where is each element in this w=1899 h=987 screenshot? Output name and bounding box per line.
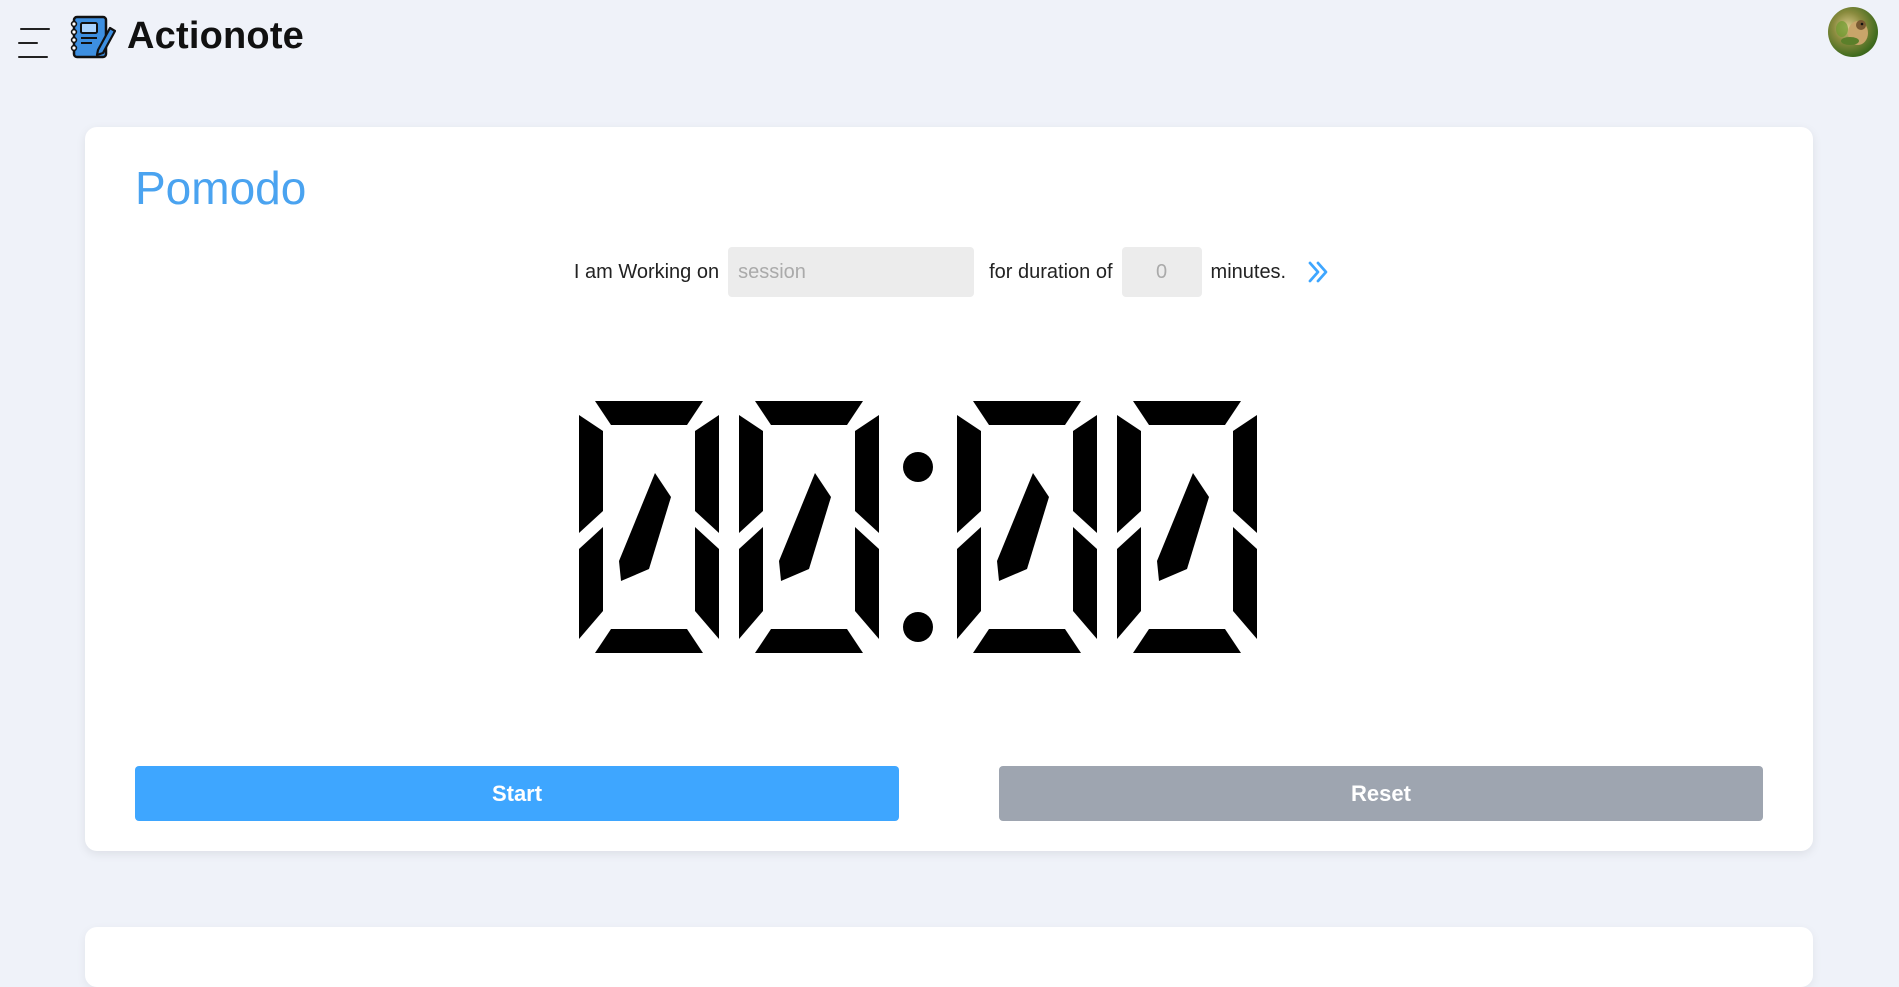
timer-display: 00 00 xyxy=(85,397,1813,657)
duration-input[interactable] xyxy=(1121,247,1202,297)
double-chevron-right-icon[interactable] xyxy=(1303,257,1333,287)
timer-digits xyxy=(579,401,1257,653)
task-form: I am Working on for duration of minutes. xyxy=(85,247,1813,297)
digit-segment xyxy=(779,473,831,581)
start-button[interactable]: Start xyxy=(135,766,899,821)
timer-digit xyxy=(739,401,879,653)
secondary-card xyxy=(85,927,1813,987)
digit-segment xyxy=(755,401,863,425)
digit-segment xyxy=(695,415,719,533)
digit-segment xyxy=(1133,401,1241,425)
timer-digit xyxy=(957,401,1097,653)
colon-dot-bottom xyxy=(903,612,933,642)
digit-segment xyxy=(973,629,1081,653)
digit-segment xyxy=(619,473,671,581)
digit-segment xyxy=(957,527,981,639)
avatar[interactable] xyxy=(1828,7,1878,57)
digit-segment xyxy=(695,527,719,639)
timer-digit xyxy=(1117,401,1257,653)
digit-segment xyxy=(595,629,703,653)
digit-segment xyxy=(755,629,863,653)
menu-icon[interactable] xyxy=(18,26,50,60)
digit-segment xyxy=(855,527,879,639)
top-bar: Actionote xyxy=(0,0,1899,80)
digit-segment xyxy=(579,527,603,639)
digit-segment xyxy=(1073,527,1097,639)
digit-segment xyxy=(1117,527,1141,639)
digit-segment xyxy=(1073,415,1097,533)
brand-name: Actionote xyxy=(127,15,305,57)
duration-label: for duration of xyxy=(989,260,1113,283)
digit-segment xyxy=(739,527,763,639)
minutes-label: minutes. xyxy=(1210,260,1287,283)
task-prefix-label: I am Working on xyxy=(573,260,720,283)
colon-dot-top xyxy=(903,452,933,482)
digit-segment xyxy=(957,415,981,533)
session-input[interactable] xyxy=(728,247,975,297)
notebook-pen-icon xyxy=(70,15,116,59)
digit-segment xyxy=(739,415,763,533)
digit-segment xyxy=(973,401,1081,425)
avatar-image xyxy=(1836,20,1868,45)
digit-segment xyxy=(855,415,879,533)
digit-segment xyxy=(997,473,1049,581)
digit-segment xyxy=(595,401,703,425)
digit-segment xyxy=(1233,415,1257,533)
digit-segment xyxy=(1133,629,1241,653)
digit-segment xyxy=(1233,527,1257,639)
pomodoro-card: Pomodo I am Working on for duration of m… xyxy=(85,127,1813,851)
timer-digit xyxy=(579,401,719,653)
page-title: Pomodo xyxy=(135,162,307,214)
digit-segment xyxy=(1117,415,1141,533)
digit-segment xyxy=(1157,473,1209,581)
reset-button[interactable]: Reset xyxy=(999,766,1763,821)
digit-segment xyxy=(579,415,603,533)
